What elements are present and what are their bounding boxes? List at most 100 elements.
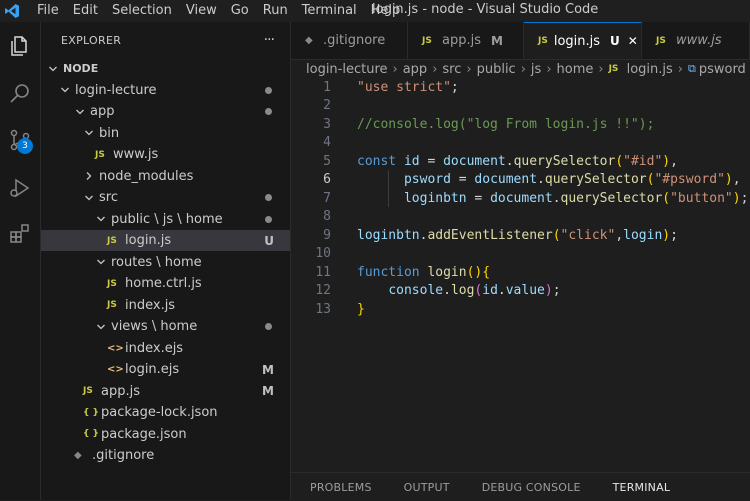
- tab-app-js[interactable]: JS app.js M: [408, 22, 524, 59]
- tab-gitignore[interactable]: ◆ .gitignore: [291, 22, 408, 59]
- menu-item-run[interactable]: Run: [256, 0, 295, 22]
- js-file-icon: JS: [608, 64, 619, 74]
- code-token: login: [427, 264, 467, 280]
- code-text: //console.log("log From login.js !!");: [357, 117, 654, 132]
- menu-bar: File Edit Selection View Go Run Terminal Help: [30, 0, 407, 22]
- tab-git-status: U: [610, 34, 620, 48]
- tree-item-folder[interactable]: app: [41, 101, 290, 122]
- modified-dot-icon: [265, 323, 272, 330]
- panel-tab-debug-console[interactable]: DEBUG CONSOLE: [463, 481, 594, 494]
- code-text: "use strict";: [357, 80, 459, 95]
- code-text: loginbtn = document.querySelector("butto…: [357, 191, 748, 206]
- editor-tabs: ◆ .gitignore JS app.js M JS login.js U ✕ JS www.js: [291, 22, 750, 60]
- tree-item-folder[interactable]: views \ home: [41, 316, 290, 337]
- tree-item-label: routes \ home: [111, 254, 202, 270]
- gitignore-file-icon: ◆: [305, 35, 313, 46]
- tree-item-ejs[interactable]: <> index.ejs: [41, 338, 290, 359]
- code-token: querySelector: [544, 172, 647, 188]
- breadcrumb-item[interactable]: home: [557, 62, 594, 77]
- tree-item-json[interactable]: { } package.json: [41, 424, 290, 445]
- tab-login-js[interactable]: JS login.js U ✕: [524, 22, 642, 59]
- menu-item-selection[interactable]: Selection: [105, 0, 179, 22]
- code-token: {: [482, 264, 491, 280]
- chevron-down-icon[interactable]: [83, 192, 95, 204]
- code-token: "#id": [623, 153, 663, 169]
- tree-item-label: home.ctrl.js: [125, 276, 202, 291]
- breadcrumb-item[interactable]: public: [477, 62, 516, 77]
- panel-tab-output[interactable]: OUTPUT: [385, 481, 463, 494]
- breadcrumb-item[interactable]: login-lecture: [306, 62, 388, 77]
- tree-item-folder[interactable]: node_modules: [41, 166, 290, 187]
- breadcrumb-chevron-icon: ›: [466, 61, 472, 77]
- tree-item-folder[interactable]: routes \ home: [41, 252, 290, 273]
- tree-item-json[interactable]: { } package-lock.json: [41, 402, 290, 423]
- tree-item-root[interactable]: NODE: [41, 58, 290, 79]
- explorer-icon[interactable]: [6, 32, 34, 60]
- code-token: loginbtn: [357, 227, 420, 243]
- tree-item-label: index.js: [125, 297, 176, 313]
- tree-item-folder[interactable]: login-lecture: [41, 80, 290, 101]
- more-actions-icon[interactable]: ···: [264, 32, 275, 48]
- code-token: ,: [732, 172, 741, 188]
- chevron-down-icon[interactable]: [83, 127, 95, 139]
- tree-item-label: bin: [99, 125, 120, 141]
- git-status-badge: M: [262, 362, 274, 377]
- code-token: (: [552, 227, 561, 243]
- tab-www-js[interactable]: JS www.js: [642, 22, 750, 59]
- run-debug-icon[interactable]: [6, 174, 34, 202]
- breadcrumb-chevron-icon: ›: [546, 61, 552, 77]
- code-text: console.log(id.value);: [357, 283, 560, 299]
- search-icon[interactable]: [6, 80, 34, 108]
- line-number: 10: [315, 246, 331, 262]
- menu-item-view[interactable]: View: [179, 0, 224, 22]
- chevron-down-icon[interactable]: [74, 106, 86, 118]
- code-line: 9 loginbtn.addEventListener("click",login…: [291, 226, 750, 245]
- tree-item-js[interactable]: JS index.js: [41, 295, 290, 316]
- code-token: id: [482, 283, 498, 299]
- indent-guide: [388, 170, 389, 207]
- breadcrumb-item[interactable]: src: [442, 62, 461, 77]
- code-line: 7 loginbtn = document.querySelector("but…: [291, 189, 750, 208]
- breadcrumb-item[interactable]: js: [531, 62, 541, 77]
- chevron-right-icon[interactable]: [83, 170, 95, 182]
- breadcrumb-chevron-icon: ›: [392, 61, 398, 77]
- breadcrumb-item[interactable]: psword: [699, 62, 746, 77]
- chevron-down-icon[interactable]: [95, 321, 107, 333]
- breadcrumb-item[interactable]: app: [403, 62, 427, 77]
- code-editor[interactable]: 1 "use strict"; 2 3 //console.log("log From …: [291, 78, 750, 450]
- menu-item-terminal[interactable]: Terminal: [295, 0, 364, 22]
- tree-item-ejs[interactable]: <> login.ejs M: [41, 359, 290, 380]
- chevron-down-icon[interactable]: [95, 256, 107, 268]
- tree-item-git[interactable]: ◆ .gitignore: [41, 445, 290, 466]
- code-token: .: [443, 283, 451, 299]
- code-text: const id = document.querySelector("#id")…: [357, 154, 678, 169]
- tree-item-folder[interactable]: src: [41, 187, 290, 208]
- tree-item-js[interactable]: JS app.js M: [41, 381, 290, 402]
- code-token: =: [419, 153, 444, 169]
- panel-tab-problems[interactable]: PROBLEMS: [291, 481, 385, 494]
- tree-item-folder[interactable]: public \ js \ home: [41, 209, 290, 230]
- code-token: =: [466, 190, 491, 206]
- extensions-icon[interactable]: [6, 220, 34, 248]
- chevron-down-icon[interactable]: [59, 84, 71, 96]
- menu-item-file[interactable]: File: [30, 0, 66, 22]
- tree-item-js[interactable]: JS home.ctrl.js: [41, 273, 290, 294]
- tree-item-js[interactable]: JS www.js: [41, 144, 290, 165]
- code-token: ,: [670, 153, 678, 169]
- chevron-down-icon[interactable]: [47, 63, 59, 75]
- tree-item-label: node_modules: [99, 168, 194, 184]
- code-token: (: [662, 190, 671, 206]
- menu-item-go[interactable]: Go: [224, 0, 256, 22]
- chevron-down-icon[interactable]: [95, 213, 107, 225]
- line-number: 2: [323, 98, 331, 114]
- close-icon[interactable]: ✕: [628, 34, 638, 48]
- code-token: ): [544, 283, 553, 299]
- breadcrumb-item[interactable]: login.js: [627, 62, 673, 77]
- tree-item-js[interactable]: JS login.js U: [41, 230, 290, 251]
- code-token: .: [552, 190, 561, 206]
- tree-item-folder[interactable]: bin: [41, 123, 290, 144]
- code-token: ): [732, 190, 741, 206]
- panel-tab-terminal[interactable]: TERMINAL: [594, 481, 684, 494]
- code-token: document: [443, 153, 506, 169]
- menu-item-edit[interactable]: Edit: [66, 0, 105, 22]
